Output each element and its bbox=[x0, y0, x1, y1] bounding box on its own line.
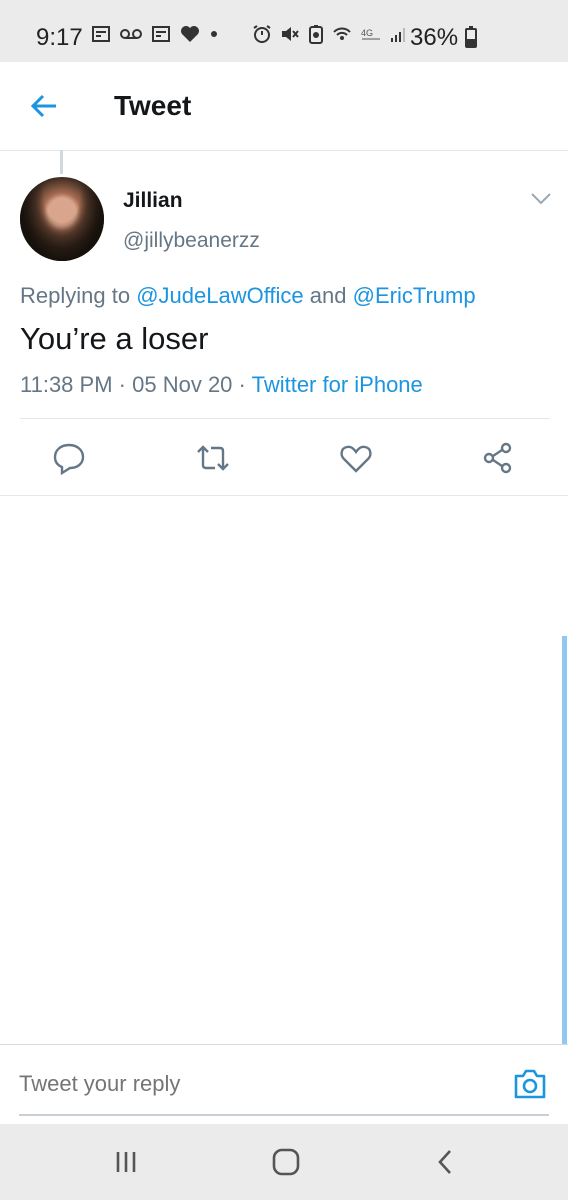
lte-icon: 4G bbox=[361, 28, 380, 40]
replying-prefix: Replying to bbox=[20, 283, 131, 308]
header: Tweet bbox=[0, 62, 568, 151]
meta-separator: · bbox=[238, 372, 246, 397]
reply-icon bbox=[53, 443, 85, 476]
tweet-actions bbox=[0, 419, 568, 496]
mention-link[interactable]: @JudeLawOffice bbox=[136, 283, 303, 308]
avatar-photo bbox=[20, 177, 104, 261]
battery-icon bbox=[464, 26, 477, 48]
like-icon bbox=[340, 445, 372, 473]
back-icon[interactable] bbox=[428, 1146, 464, 1178]
status-right-icons: 4G bbox=[252, 24, 408, 44]
avatar[interactable] bbox=[20, 177, 104, 261]
system-navigation-bar bbox=[0, 1124, 568, 1200]
status-bar: 9:17 4G 36% bbox=[0, 0, 568, 62]
signal-icon bbox=[391, 28, 405, 42]
arrow-left-icon[interactable] bbox=[30, 92, 58, 120]
recent-apps-icon[interactable] bbox=[108, 1146, 144, 1178]
news-icon bbox=[92, 26, 110, 42]
svg-text:4G: 4G bbox=[361, 28, 373, 38]
share-button[interactable] bbox=[481, 441, 515, 475]
tweet-time: 11:38 PM bbox=[20, 372, 113, 397]
replying-to: Replying to @JudeLawOffice and @EricTrum… bbox=[20, 283, 476, 309]
camera-icon[interactable] bbox=[512, 1066, 548, 1102]
dot-icon bbox=[211, 31, 217, 37]
reply-button[interactable] bbox=[52, 441, 86, 476]
meta-separator: · bbox=[118, 372, 126, 397]
author-handle[interactable]: @jillybeanerzz bbox=[123, 229, 260, 253]
like-button[interactable] bbox=[339, 441, 373, 475]
retweet-icon bbox=[197, 445, 229, 471]
status-time: 9:17 bbox=[36, 24, 83, 51]
wifi-icon bbox=[333, 27, 351, 40]
battery-percent-text: 36% bbox=[410, 24, 459, 51]
status-left-icons bbox=[92, 25, 218, 43]
replying-conjunction: and bbox=[309, 283, 347, 308]
page-title: Tweet bbox=[114, 90, 192, 121]
share-icon bbox=[483, 442, 512, 474]
author-name[interactable]: Jillian bbox=[123, 189, 183, 213]
reply-input[interactable] bbox=[19, 1071, 307, 1097]
tweet-source[interactable]: Twitter for iPhone bbox=[252, 372, 423, 397]
news-icon bbox=[152, 26, 170, 42]
tweet-meta: 11:38 PM · 05 Nov 20 · Twitter for iPhon… bbox=[20, 372, 423, 398]
scrollbar[interactable] bbox=[562, 636, 567, 1044]
heart-icon bbox=[181, 26, 199, 42]
reply-input-underline bbox=[19, 1114, 549, 1116]
voicemail-icon bbox=[120, 29, 142, 39]
battery-percent: 36% bbox=[410, 24, 477, 52]
mention-link[interactable]: @EricTrump bbox=[353, 283, 476, 308]
chevron-down-icon[interactable] bbox=[530, 192, 552, 206]
tweet-text: You’re a loser bbox=[20, 321, 209, 356]
thread-line bbox=[60, 150, 63, 174]
retweet-button[interactable] bbox=[196, 441, 230, 475]
home-icon[interactable] bbox=[268, 1146, 304, 1178]
alarm-icon bbox=[253, 25, 271, 43]
tweet-date: 05 Nov 20 bbox=[132, 372, 233, 397]
mute-icon bbox=[282, 27, 299, 41]
battery-saver-icon bbox=[309, 25, 323, 44]
